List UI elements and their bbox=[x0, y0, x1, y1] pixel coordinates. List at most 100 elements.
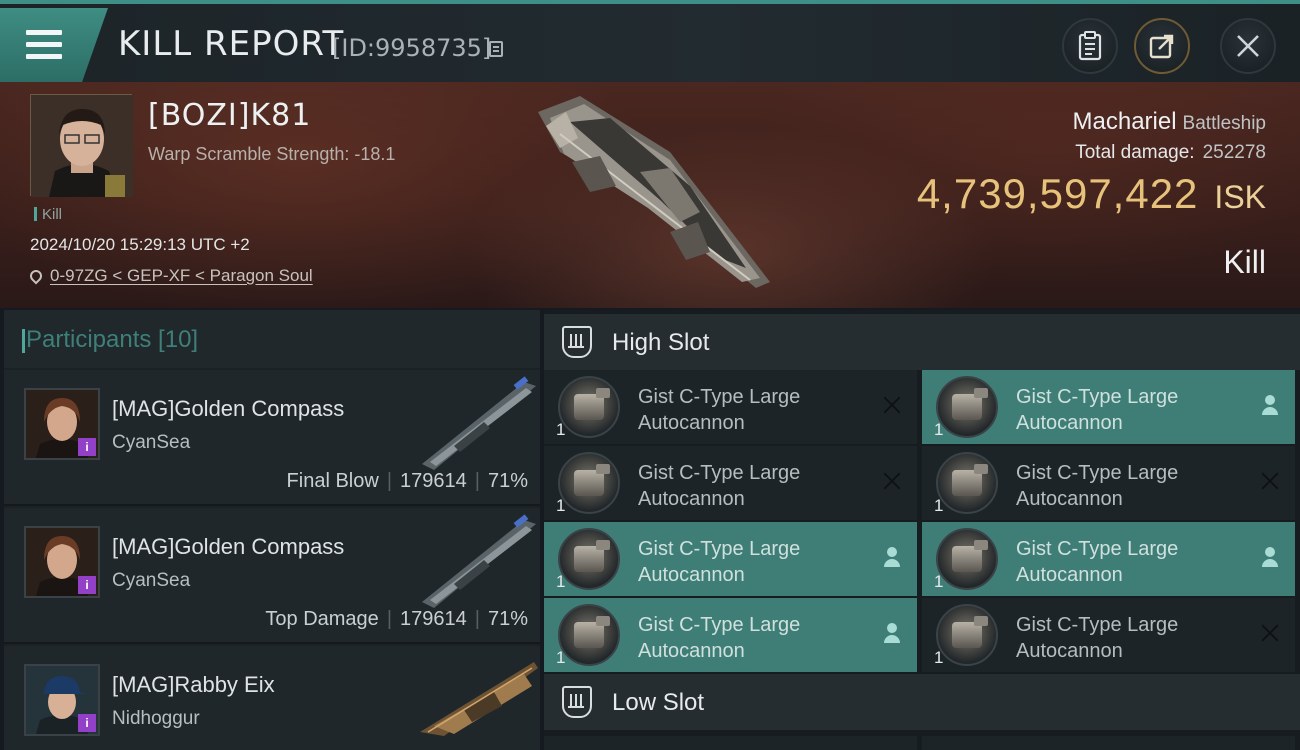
module-name: Gist C-Type Large Autocannon bbox=[1016, 538, 1179, 586]
module-quantity: 1 bbox=[556, 420, 566, 439]
participant-ship-render bbox=[422, 514, 536, 608]
total-damage-label: Total damage: bbox=[1075, 142, 1195, 163]
pilot-badge-icon: i bbox=[78, 576, 96, 594]
module-quantity: 1 bbox=[556, 572, 566, 591]
module-slot[interactable]: 1 Gist C-Type Large Autocannon bbox=[922, 598, 1295, 672]
autocannon-icon bbox=[558, 528, 620, 590]
participant-row[interactable]: i [MAG]Golden Compass CyanSea Top Damage… bbox=[4, 508, 540, 644]
destroyed-icon bbox=[1259, 470, 1281, 492]
menu-button[interactable] bbox=[0, 8, 108, 82]
module-name: Gist C-Type Large Autocannon bbox=[638, 462, 801, 510]
victim-ship: Machariel Battleship bbox=[1073, 108, 1267, 136]
destroyed-icon bbox=[1259, 622, 1281, 644]
module-slot[interactable]: 1 Gist C-Type Large Autocannon bbox=[544, 370, 917, 444]
victim-summary: [BOZI]K81 Warp Scramble Strength: -18.1 … bbox=[0, 82, 1300, 308]
stat-separator: | bbox=[386, 608, 393, 630]
module-name: Gist C-Type Large Autocannon bbox=[1016, 386, 1179, 434]
module-slot[interactable]: 1 Gist C-Type Large Autocannon bbox=[544, 522, 917, 596]
participants-panel[interactable]: Participants [10] i [MAG]Golden Compass … bbox=[4, 310, 540, 750]
location-pin-icon bbox=[27, 267, 45, 285]
autocannon-icon bbox=[558, 452, 620, 514]
module-quantity: 1 bbox=[934, 648, 944, 667]
participant-avatar[interactable]: i bbox=[24, 388, 100, 460]
dropped-person-icon bbox=[881, 546, 903, 568]
participant-ship: CyanSea bbox=[112, 570, 191, 591]
participant-avatar[interactable]: i bbox=[24, 664, 100, 736]
destroyed-icon bbox=[881, 394, 903, 416]
ship-class: Battleship bbox=[1182, 113, 1266, 134]
kill-location[interactable]: 0-97ZG < GEP-XF < Paragon Soul bbox=[27, 266, 313, 286]
high-slot-label: High Slot bbox=[612, 329, 710, 356]
participant-name: [MAG]Rabby Eix bbox=[112, 672, 275, 697]
participant-row[interactable]: i [MAG]Rabby Eix Nidhoggur bbox=[4, 646, 540, 750]
participant-ship-render bbox=[420, 662, 538, 736]
module-slot[interactable] bbox=[544, 736, 917, 750]
fitting-panel[interactable]: High Slot 1 Gist C-Type Large Autocannon … bbox=[544, 310, 1300, 750]
participant-ship-render bbox=[422, 376, 536, 470]
menu-icon bbox=[26, 30, 62, 66]
dropped-person-icon bbox=[881, 622, 903, 644]
warp-scramble-strength: Warp Scramble Strength: -18.1 bbox=[148, 144, 396, 164]
pilot-badge-icon: i bbox=[78, 438, 96, 456]
destroyed-icon bbox=[881, 470, 903, 492]
victim-avatar[interactable] bbox=[30, 94, 133, 197]
module-slot[interactable] bbox=[922, 736, 1295, 750]
module-slot[interactable]: 1 Gist C-Type Large Autocannon bbox=[544, 598, 917, 672]
clipboard-icon bbox=[1078, 31, 1102, 61]
module-slot[interactable]: 1 Gist C-Type Large Autocannon bbox=[922, 446, 1295, 520]
copy-icon[interactable] bbox=[489, 41, 503, 57]
ship-name: Machariel bbox=[1072, 108, 1177, 135]
module-name: Gist C-Type Large Autocannon bbox=[638, 538, 801, 586]
autocannon-icon bbox=[936, 604, 998, 666]
participants-title: Participants [10] bbox=[21, 326, 199, 353]
location-link[interactable]: 0-97ZG < GEP-XF < Paragon Soul bbox=[50, 266, 313, 285]
module-name: Gist C-Type Large Autocannon bbox=[1016, 462, 1179, 510]
pilot-badge-icon: i bbox=[78, 714, 96, 732]
autocannon-icon bbox=[936, 452, 998, 514]
module-slot[interactable]: 1 Gist C-Type Large Autocannon bbox=[922, 370, 1295, 444]
participant-percent: 71% bbox=[487, 608, 528, 630]
module-slot[interactable]: 1 Gist C-Type Large Autocannon bbox=[544, 446, 917, 520]
title-bar: KILL REPORT [ID:9958735] bbox=[0, 0, 1300, 82]
participant-percent: 71% bbox=[487, 470, 528, 492]
participant-stats: Top Damage | 179614 | 71% bbox=[265, 608, 528, 631]
isk-unit: ISK bbox=[1214, 179, 1266, 215]
dropped-person-icon bbox=[1259, 546, 1281, 568]
high-slot-header: High Slot bbox=[544, 314, 1300, 370]
low-slot-label: Low Slot bbox=[612, 689, 705, 716]
participant-damage: 179614 bbox=[400, 608, 467, 630]
stat-separator: | bbox=[474, 608, 480, 630]
participant-role: Top Damage bbox=[265, 608, 379, 630]
result-label: Kill bbox=[1223, 244, 1266, 280]
autocannon-icon bbox=[558, 376, 620, 438]
participant-ship: CyanSea bbox=[112, 432, 191, 453]
share-button[interactable] bbox=[1134, 18, 1190, 74]
module-slot[interactable]: 1 Gist C-Type Large Autocannon bbox=[922, 522, 1295, 596]
portrait-image bbox=[31, 95, 133, 197]
stat-separator: | bbox=[386, 470, 393, 492]
victim-name[interactable]: [BOZI]K81 bbox=[148, 98, 311, 133]
autocannon-icon bbox=[558, 604, 620, 666]
dropped-person-icon bbox=[1259, 394, 1281, 416]
clipboard-button[interactable] bbox=[1062, 18, 1118, 74]
participant-ship: Nidhoggur bbox=[112, 708, 200, 729]
participant-name: [MAG]Golden Compass bbox=[112, 396, 345, 421]
low-slot-icon bbox=[562, 686, 592, 718]
participant-avatar[interactable]: i bbox=[24, 526, 100, 598]
module-quantity: 1 bbox=[556, 496, 566, 515]
participant-name: [MAG]Golden Compass bbox=[112, 534, 345, 559]
participant-stats: Final Blow | 179614 | 71% bbox=[287, 470, 528, 493]
kill-tag: Kill bbox=[34, 206, 62, 223]
autocannon-icon bbox=[936, 528, 998, 590]
ship-render bbox=[538, 96, 770, 288]
total-damage-value: 252278 bbox=[1202, 142, 1266, 163]
participant-row[interactable]: i [MAG]Golden Compass CyanSea Final Blow… bbox=[4, 370, 540, 506]
close-button[interactable] bbox=[1220, 18, 1276, 74]
stat-separator: | bbox=[474, 470, 480, 492]
participants-header: Participants [10] bbox=[4, 310, 540, 368]
module-quantity: 1 bbox=[556, 648, 566, 667]
module-quantity: 1 bbox=[934, 496, 944, 515]
module-name: Gist C-Type Large Autocannon bbox=[1016, 614, 1179, 662]
isk-value: 4,739,597,422 bbox=[916, 170, 1199, 217]
module-quantity: 1 bbox=[934, 420, 944, 439]
